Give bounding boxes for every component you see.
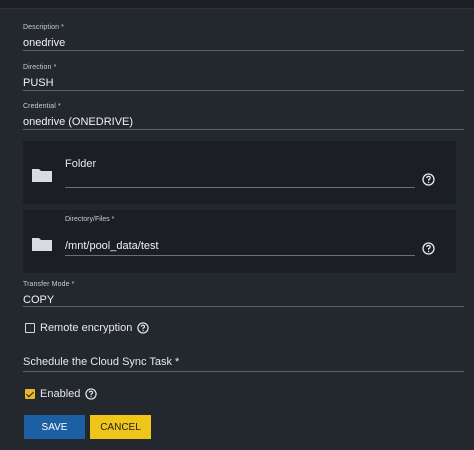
- folder-icon[interactable]: [31, 167, 53, 183]
- direction-select[interactable]: Direction * PUSH: [23, 64, 464, 92]
- top-bar: [0, 0, 474, 9]
- direction-value[interactable]: PUSH: [23, 77, 464, 89]
- folder-panel: Folder: [23, 141, 456, 204]
- schedule-underline: [23, 371, 464, 372]
- directory-input[interactable]: /mnt/pool_data/test: [65, 240, 159, 252]
- help-icon[interactable]: [422, 242, 435, 255]
- folder-icon[interactable]: [31, 236, 53, 252]
- directory-panel: Directory/Files * /mnt/pool_data/test: [23, 210, 456, 273]
- cancel-button[interactable]: CANCEL: [90, 415, 151, 439]
- direction-label: Direction *: [23, 64, 57, 71]
- remote-encryption-row: Remote encryption: [25, 322, 150, 334]
- credential-underline: [23, 129, 464, 130]
- help-icon[interactable]: [137, 322, 150, 334]
- enabled-label[interactable]: Enabled: [40, 388, 80, 400]
- enabled-checkbox[interactable]: [25, 389, 35, 399]
- credential-value[interactable]: onedrive (ONEDRIVE): [23, 116, 464, 128]
- credential-label: Credential *: [23, 103, 61, 110]
- transfer-mode-value[interactable]: COPY: [23, 294, 464, 306]
- schedule-select[interactable]: Schedule the Cloud Sync Task *: [23, 356, 464, 374]
- direction-underline: [23, 90, 464, 91]
- description-label: Description *: [23, 24, 64, 31]
- description-input[interactable]: onedrive: [23, 37, 464, 49]
- directory-underline: [65, 255, 415, 256]
- description-field[interactable]: Description * onedrive: [23, 24, 464, 52]
- folder-input[interactable]: [65, 187, 415, 188]
- folder-label: Folder: [65, 158, 97, 170]
- transfer-mode-underline: [23, 306, 464, 307]
- transfer-mode-select[interactable]: Transfer Mode * COPY: [23, 281, 464, 309]
- remote-encryption-label[interactable]: Remote encryption: [40, 322, 132, 334]
- schedule-label: Schedule the Cloud Sync Task *: [23, 356, 180, 368]
- enabled-row: Enabled: [25, 388, 98, 400]
- remote-encryption-checkbox[interactable]: [25, 323, 35, 333]
- description-underline: [23, 50, 464, 51]
- credential-select[interactable]: Credential * onedrive (ONEDRIVE): [23, 103, 464, 131]
- help-icon[interactable]: [422, 173, 435, 186]
- save-button[interactable]: SAVE: [24, 415, 85, 439]
- transfer-mode-label: Transfer Mode *: [23, 281, 75, 288]
- directory-label: Directory/Files *: [65, 216, 115, 223]
- help-icon[interactable]: [85, 388, 98, 400]
